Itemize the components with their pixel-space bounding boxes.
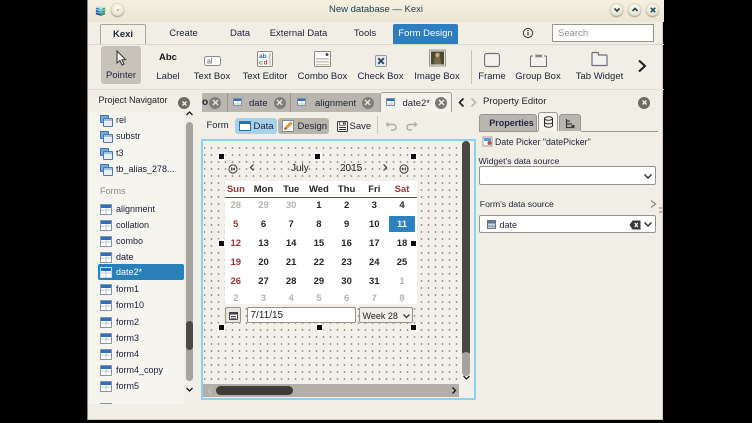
svg-text:d: d bbox=[264, 60, 268, 67]
svg-text:c: c bbox=[259, 60, 263, 67]
svg-text:xxx: xxx bbox=[535, 54, 543, 60]
svg-text:al: al bbox=[207, 59, 213, 66]
